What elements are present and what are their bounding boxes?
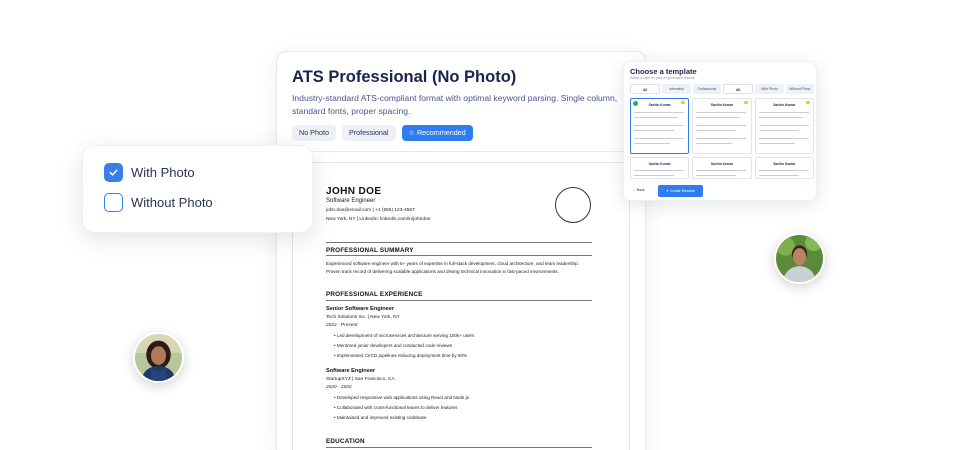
- template-thumb[interactable]: Sachin Kumar: [754, 98, 814, 154]
- resume-location: New York, NY | LinkedIn: linkedin.com/in…: [326, 217, 431, 222]
- star-icon: ☆: [408, 128, 415, 137]
- experience-heading: PROFESSIONAL EXPERIENCE: [326, 291, 423, 298]
- thumb-line: [634, 170, 684, 171]
- thumb-line: [634, 138, 684, 139]
- template-thumb[interactable]: Sachin Kumar: [630, 98, 690, 154]
- job-company: StartupXYZ | San Francisco, CA: [326, 377, 395, 382]
- resume-name: JOHN DOE: [326, 186, 382, 197]
- thumb-name: Sachin Kumar: [710, 162, 734, 166]
- choose-template-panel: Choose a template Select a style for you…: [623, 61, 817, 201]
- job-bullet: • Developed responsive web applications …: [334, 395, 469, 400]
- thumb-name: Sachin Kumar: [773, 162, 796, 166]
- resume-rule: [326, 447, 592, 448]
- job-dates: 2020 - 2022: [326, 385, 352, 390]
- woman-avatar: [133, 332, 184, 383]
- thumb-line: [696, 175, 737, 176]
- thumb-line: [634, 112, 684, 113]
- job-company: Tech Solutions Inc. | New York, NY: [326, 315, 400, 320]
- card-divider: [277, 151, 645, 152]
- tab-with-photo[interactable]: With Photo: [755, 84, 784, 94]
- thumb-line: [634, 143, 670, 144]
- without-photo-option[interactable]: Without Photo: [104, 193, 213, 212]
- with-photo-checkbox[interactable]: [104, 163, 123, 182]
- photo-filter-popup: With Photo Without Photo: [82, 145, 313, 233]
- template-thumb[interactable]: Sachin Kumar: [692, 98, 752, 154]
- template-thumbnails: Sachin Kumar Sachin Kumar Sachin Kumar S…: [630, 98, 814, 179]
- job-bullet: • Led development of microservices archi…: [334, 333, 475, 338]
- thumb-name: Sachin Kumar: [773, 103, 796, 107]
- template-title: ATS Professional (No Photo): [292, 68, 517, 86]
- tab-photo-all[interactable]: All: [722, 84, 754, 94]
- thumb-line: [758, 117, 803, 118]
- thumb-line: [758, 138, 809, 139]
- job-bullet: • Collaborated with cross-functional tea…: [334, 405, 458, 410]
- education-heading: EDUCATION: [326, 438, 365, 445]
- template-thumb[interactable]: Sachin Kumar: [754, 157, 814, 179]
- template-thumb[interactable]: Sachin Kumar: [692, 157, 752, 179]
- tag-no-photo[interactable]: No Photo: [292, 125, 336, 141]
- thumb-line: [758, 170, 809, 171]
- thumb-line: [758, 125, 809, 126]
- thumb-line: [696, 125, 747, 126]
- resume-rule: [326, 300, 592, 301]
- thumb-name: Sachin Kumar: [710, 103, 734, 107]
- resume-role: Software Engineer: [326, 198, 376, 204]
- tab-without-photo[interactable]: Without Photo: [785, 84, 814, 94]
- sparkle-icon: ✦: [665, 189, 669, 193]
- tag-recommended[interactable]: ☆ Recommended: [401, 125, 473, 141]
- job-title: Senior Software Engineer: [326, 306, 395, 312]
- thumb-line: [758, 175, 799, 176]
- resume-rule: [326, 255, 592, 256]
- thumb-name: Sachin Kumar: [648, 162, 671, 166]
- with-photo-option[interactable]: With Photo: [104, 163, 195, 182]
- summary-heading: PROFESSIONAL SUMMARY: [326, 247, 414, 254]
- job-bullet: • Mentored junior developers and conduct…: [334, 343, 453, 348]
- thumb-line: [696, 117, 741, 118]
- summary-text: Experienced software engineer with 5+ ye…: [326, 261, 579, 274]
- job-bullet: • Implemented CI/CD pipelines reducing d…: [334, 353, 468, 358]
- thumb-line: [634, 130, 674, 131]
- template-thumb[interactable]: Sachin Kumar: [630, 157, 690, 179]
- resume-preview: JOHN DOE Software Engineer john.doe@emai…: [292, 162, 630, 450]
- thumb-line: [758, 143, 795, 144]
- thumb-name: Sachin Kumar: [648, 103, 671, 107]
- resume-contact: john.doe@email.com | +1 (555) 123-4567: [326, 208, 415, 213]
- job-title: Software Engineer: [326, 368, 376, 374]
- thumb-line: [758, 112, 809, 113]
- panel-tabs: All Internship Professional All With Pho…: [630, 84, 814, 94]
- template-preview-card: ATS Professional (No Photo) Industry-sta…: [276, 51, 646, 450]
- panel-subtitle: Select a style for your AI generated res…: [630, 76, 696, 80]
- thumb-line: [634, 125, 684, 126]
- back-button[interactable]: ← Back: [632, 188, 645, 192]
- tag-recommended-label: Recommended: [416, 128, 466, 137]
- without-photo-label: Without Photo: [131, 195, 213, 210]
- thumb-line: [696, 130, 737, 131]
- with-photo-label: With Photo: [131, 165, 195, 180]
- tab-all[interactable]: All: [630, 84, 661, 94]
- template-tags: No Photo Professional ☆ Recommended: [292, 125, 473, 141]
- template-description: Industry-standard ATS-compliant format w…: [292, 93, 618, 116]
- thumb-line: [696, 170, 747, 171]
- panel-title: Choose a template: [630, 67, 697, 76]
- man-avatar: [774, 233, 825, 284]
- thumb-line: [634, 175, 674, 176]
- resume-rule: [326, 242, 592, 243]
- resume-photo-placeholder: [555, 187, 591, 223]
- thumb-line: [634, 117, 678, 118]
- thumb-line: [696, 112, 747, 113]
- check-icon: [109, 169, 118, 176]
- create-resume-label: Create Resume: [669, 189, 696, 193]
- job-bullet: • Maintained and improved existing codeb…: [334, 415, 427, 420]
- without-photo-checkbox[interactable]: [104, 193, 123, 212]
- thumb-line: [696, 143, 733, 144]
- tag-professional[interactable]: Professional: [341, 125, 396, 141]
- thumb-line: [758, 130, 799, 131]
- create-resume-button[interactable]: ✦ Create Resume: [658, 185, 703, 197]
- tab-professional[interactable]: Professional: [692, 84, 721, 94]
- thumb-line: [696, 138, 747, 139]
- tab-internship[interactable]: Internship: [662, 84, 691, 94]
- job-dates: 2022 - Present: [326, 323, 358, 328]
